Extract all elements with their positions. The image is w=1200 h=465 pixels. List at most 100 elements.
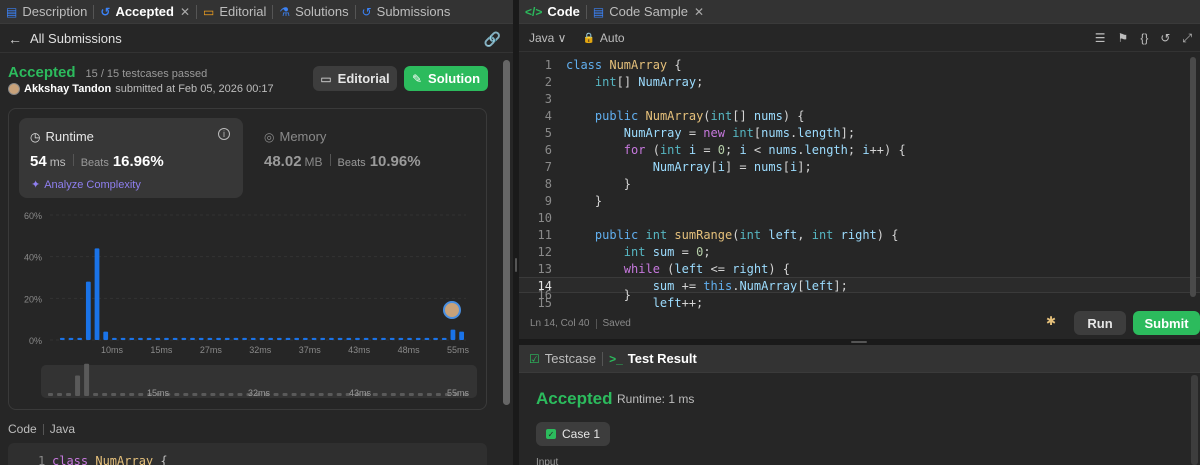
chart-bar xyxy=(346,337,352,340)
code-line: 13 while (left <= right) { xyxy=(537,262,790,276)
y-tick-label: 20% xyxy=(24,294,42,304)
code-header: Code Java xyxy=(8,422,76,436)
mini-bar xyxy=(435,393,441,396)
chart-bar xyxy=(389,337,395,340)
code-line: 3 xyxy=(544,92,552,106)
mini-bar xyxy=(417,393,423,396)
mini-bar xyxy=(66,393,72,396)
code-line: 2 int[] NumArray; xyxy=(544,75,704,89)
chart-bar xyxy=(103,331,109,340)
mini-bar xyxy=(111,393,117,396)
mini-bar xyxy=(426,393,432,396)
result-runtime: Runtime: 1 ms xyxy=(617,392,695,406)
result-status: Accepted xyxy=(536,389,613,408)
tab-testcase[interactable]: ☑ Testcase xyxy=(519,347,602,371)
bookmark-icon[interactable]: ⚑ xyxy=(1118,31,1129,46)
code-line: 8 } xyxy=(544,177,632,191)
mini-bar xyxy=(237,393,243,396)
mini-bar xyxy=(174,393,180,396)
chart-bar xyxy=(85,281,91,340)
mini-bar xyxy=(318,393,324,396)
chart-bar xyxy=(398,337,404,340)
mini-bar xyxy=(336,393,342,396)
x-tick-label: 48ms xyxy=(398,345,421,355)
mini-bar xyxy=(48,393,53,396)
mini-bar xyxy=(210,393,216,396)
check-icon: ✓ xyxy=(545,429,556,439)
mini-bar xyxy=(102,393,108,396)
format-icon[interactable]: ☰ xyxy=(1095,31,1106,46)
chart-bar xyxy=(59,337,65,340)
result-tab-bar: ☑ Testcase >_ Test Result xyxy=(519,345,1200,373)
resize-grip[interactable] xyxy=(851,341,867,343)
code-line: 16 } xyxy=(537,288,632,302)
chart-bar xyxy=(146,337,152,340)
mini-bar xyxy=(408,393,414,396)
chart-bar xyxy=(198,337,204,340)
chart-bar xyxy=(120,337,126,340)
code-line: 5 NumArray = new int[nums.length]; xyxy=(544,126,856,140)
chart-bar xyxy=(94,248,100,340)
mini-bar xyxy=(282,393,288,396)
chart-bar xyxy=(233,337,239,340)
chart-bar xyxy=(302,337,308,340)
mini-bar xyxy=(228,393,234,396)
chart-bar xyxy=(415,337,421,340)
expand-icon[interactable]: ⤢ xyxy=(1182,31,1192,46)
mini-bar xyxy=(390,393,396,396)
editor-tools: ☰ ⚑ {} ↺ ⤢ xyxy=(1095,31,1192,46)
submitted-code-block: 1 class NumArray { xyxy=(8,443,487,465)
y-tick-label: 0% xyxy=(29,336,42,346)
chart-bar xyxy=(450,329,456,340)
runtime-distribution-chart[interactable]: 60% 40% 20% 0% 10ms 15ms 27ms 32ms 37ms 43ms 48ms 5… xyxy=(0,0,513,465)
mini-bar xyxy=(327,393,333,396)
chart-bar xyxy=(363,337,369,340)
tab-test-result[interactable]: >_ Test Result xyxy=(603,347,703,371)
debug-icon[interactable]: ✱ xyxy=(1046,314,1060,328)
chart-bar xyxy=(155,337,161,340)
chart-bar xyxy=(459,331,465,340)
mini-bar xyxy=(75,375,81,396)
x-tick-label: 10ms xyxy=(101,345,124,355)
code-line: 6 for (int i = 0; i < nums.length; i++) … xyxy=(544,143,906,157)
mini-bar xyxy=(120,393,126,396)
x-tick-label: 15ms xyxy=(150,345,173,355)
test-result-panel: ☑ Testcase >_ Test Result Accepted Runti… xyxy=(519,345,1200,465)
mini-bar xyxy=(219,393,225,396)
chart-bar xyxy=(250,337,256,340)
code-area[interactable]: 1 class NumArray { 2 int[] NumArray; 3 4 … xyxy=(519,55,1200,310)
mini-bar xyxy=(57,393,63,396)
resize-grip[interactable] xyxy=(515,258,517,272)
tab-code-sample[interactable]: ▤ Code Sample ✕ xyxy=(587,0,710,24)
left-panel: ▤ Description ↺ Accepted ✕ ▭ Editorial ⚗… xyxy=(0,0,513,465)
braces-icon[interactable]: {} xyxy=(1140,31,1148,46)
close-icon[interactable]: ✕ xyxy=(694,5,704,19)
tab-code[interactable]: </> Code xyxy=(519,0,586,24)
editor-tab-bar: </> Code ▤ Code Sample ✕ xyxy=(519,0,1200,24)
auto-mode[interactable]: 🔒 Auto xyxy=(582,31,624,45)
case-1-tab[interactable]: ✓ Case 1 xyxy=(536,422,610,446)
scrollbar-thumb[interactable] xyxy=(503,60,510,405)
mini-bar xyxy=(129,393,135,396)
editor-scrollbar[interactable] xyxy=(1190,57,1196,297)
chart-bar xyxy=(424,337,430,340)
chart-bar xyxy=(329,337,334,340)
language-select[interactable]: Java ∨ xyxy=(529,31,566,45)
mini-bar xyxy=(84,363,90,396)
chart-bar xyxy=(311,337,317,340)
x-tick-label: 27ms xyxy=(200,345,223,355)
chart-bar xyxy=(129,337,135,340)
mini-bar xyxy=(300,393,306,396)
chart-bar xyxy=(68,337,74,340)
run-button[interactable]: Run xyxy=(1074,311,1126,335)
mini-bar xyxy=(93,393,99,396)
chart-bar xyxy=(320,337,326,340)
chart-bar xyxy=(259,337,265,340)
chart-bar xyxy=(268,337,274,340)
reset-icon[interactable]: ↺ xyxy=(1160,31,1170,46)
result-scrollbar[interactable] xyxy=(1191,375,1198,465)
separator xyxy=(42,423,44,435)
chart-bar xyxy=(164,337,169,340)
chart-bar xyxy=(138,337,143,340)
submit-button[interactable]: Submit xyxy=(1133,311,1200,335)
